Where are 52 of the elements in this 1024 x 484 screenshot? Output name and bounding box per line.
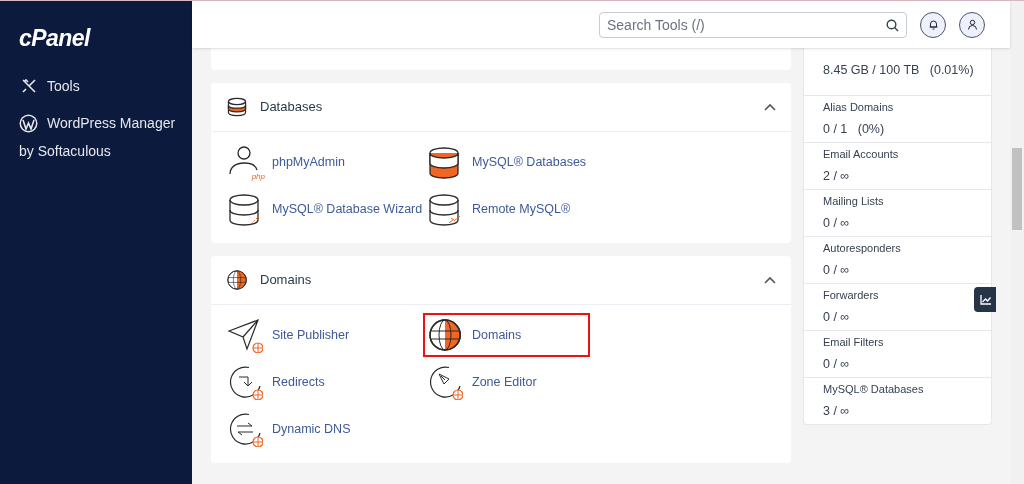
wordpress-icon: [19, 113, 38, 133]
stat-label: Email Accounts: [823, 147, 900, 163]
stat-value: 0 / ∞: [823, 355, 851, 373]
stat-value: 0 / ∞: [823, 214, 851, 232]
stat-label: Forwarders: [823, 288, 880, 304]
search-icon: [886, 18, 899, 32]
user-icon: [966, 19, 978, 30]
sidebar-link[interactable]: WordPress Manager: [47, 112, 176, 134]
notifications-button[interactable]: [920, 11, 946, 38]
stat-value: 0 / 1 (0%): [823, 120, 886, 138]
collapse-button[interactable]: [764, 103, 776, 111]
bell-icon: [927, 19, 939, 30]
stat-value: 0 / ∞: [823, 308, 851, 326]
globe-icon: [226, 269, 248, 291]
tool-link[interactable]: MySQL® Databases: [425, 142, 621, 182]
database-icon: [226, 96, 248, 118]
stats-toggle-button[interactable]: [974, 287, 996, 312]
zone-editor-icon: [427, 364, 463, 400]
swap-icon: [227, 411, 263, 447]
search-field[interactable]: Search Tools (/): [599, 11, 907, 38]
database-icon: [427, 191, 463, 227]
tool-link[interactable]: Domains: [425, 315, 588, 355]
stat-label: Email Filters: [823, 335, 885, 351]
stat-label: Mailing Lists: [823, 194, 885, 210]
sidebar-link[interactable]: Tools: [47, 75, 80, 97]
collapse-button[interactable]: [764, 276, 776, 284]
sidebar-link-subtitle: by Softaculous: [19, 141, 112, 161]
paper-plane-icon: [227, 317, 263, 353]
tools-icon: [19, 78, 38, 94]
tool-link[interactable]: Redirects: [225, 362, 421, 402]
tool-link[interactable]: Site Publisher: [225, 315, 421, 355]
tool-link[interactable]: Dynamic DNS: [225, 409, 421, 449]
tool-link[interactable]: Remote MySQL®: [425, 189, 621, 229]
section-title: Domains: [260, 271, 313, 290]
scrollbar-thumb[interactable]: [1012, 148, 1022, 230]
scrollbar[interactable]: [1010, 1, 1024, 484]
stat-value: 2 / ∞: [823, 167, 851, 185]
redirect-icon: [227, 364, 263, 400]
globe-icon: [427, 317, 463, 353]
chart-icon: [979, 294, 991, 305]
cpanel-logo: cPanel: [19, 24, 92, 53]
stat-value: 3 / ∞: [823, 402, 851, 420]
section-title: Databases: [260, 98, 324, 117]
stat-label: MySQL® Databases: [823, 382, 925, 398]
stat-value: 8.45 GB / 100 TB (0.01%): [823, 62, 972, 80]
stat-value: 0 / ∞: [823, 261, 851, 279]
user-button[interactable]: [959, 11, 985, 38]
tool-link[interactable]: php phpMyAdmin: [225, 142, 421, 182]
stat-label: Autoresponders: [823, 241, 902, 257]
tool-link[interactable]: MySQL® Database Wizard: [225, 189, 421, 229]
tool-link[interactable]: Zone Editor: [425, 362, 621, 402]
stat-label: Alias Domains: [823, 100, 895, 116]
